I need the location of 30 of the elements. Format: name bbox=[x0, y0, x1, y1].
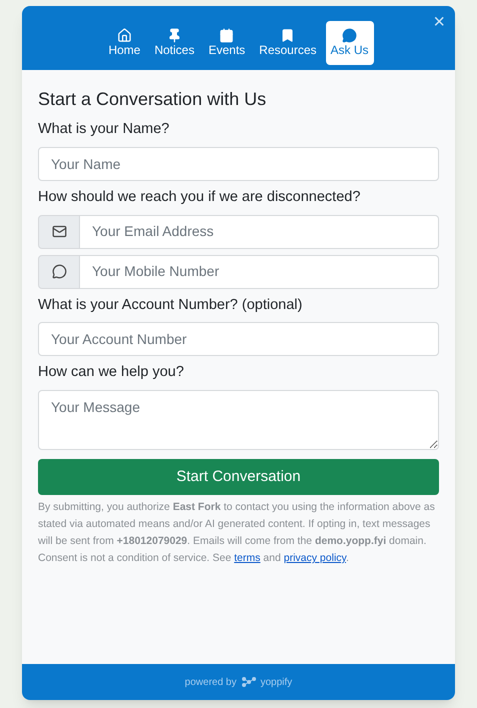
text-field[interactable]: Your Name bbox=[38, 146, 439, 181]
close-button[interactable]: × bbox=[433, 12, 445, 32]
brand-name: yoppify bbox=[260, 676, 292, 690]
message-field[interactable]: Your Message bbox=[38, 390, 439, 450]
nav-tab[interactable]: Home bbox=[103, 21, 146, 65]
policy-link[interactable]: terms bbox=[234, 552, 260, 564]
chat-icon bbox=[342, 28, 358, 43]
field-label: How can we help you? bbox=[38, 363, 185, 382]
home-icon bbox=[116, 28, 132, 43]
field-label: What is your Name? bbox=[38, 120, 170, 139]
text-field[interactable]: Your Account Number bbox=[38, 322, 439, 356]
email-field[interactable]: Your Email Address bbox=[80, 214, 439, 248]
nav-tab[interactable]: Events bbox=[203, 21, 250, 65]
pin-icon bbox=[166, 28, 182, 43]
bookmark-icon bbox=[280, 28, 296, 43]
nav-tab[interactable]: Resources bbox=[254, 21, 322, 65]
consent-text: By submitting, you authorize East Fork to contact you using the information above as stated via automated means and/or AI generated content. If opting in, text messages will be sent from +18012079029. Emails will come from the demo.yopp.fyi domain. Consent is not a condition of service. See terms and privacy policy. bbox=[38, 500, 436, 566]
powered-by-text: powered by bbox=[184, 676, 236, 690]
speech-bubble-icon bbox=[52, 264, 66, 279]
form-title: Start a Conversation with Us bbox=[38, 88, 268, 111]
nav-tab[interactable]: Notices bbox=[149, 21, 200, 65]
start-conversation-button[interactable]: Start Conversation bbox=[38, 459, 439, 495]
policy-link[interactable]: privacy policy bbox=[284, 552, 346, 564]
envelope-icon bbox=[52, 224, 66, 239]
nav-tab[interactable]: Ask Us bbox=[326, 21, 374, 65]
field-label: What is your Account Number? (optional) bbox=[38, 296, 304, 314]
field-label: How should we reach you if we are disconnected? bbox=[38, 188, 362, 207]
logo-icon bbox=[240, 676, 256, 688]
phone-field[interactable]: Your Mobile Number bbox=[80, 254, 439, 288]
calendar-icon bbox=[219, 28, 234, 43]
